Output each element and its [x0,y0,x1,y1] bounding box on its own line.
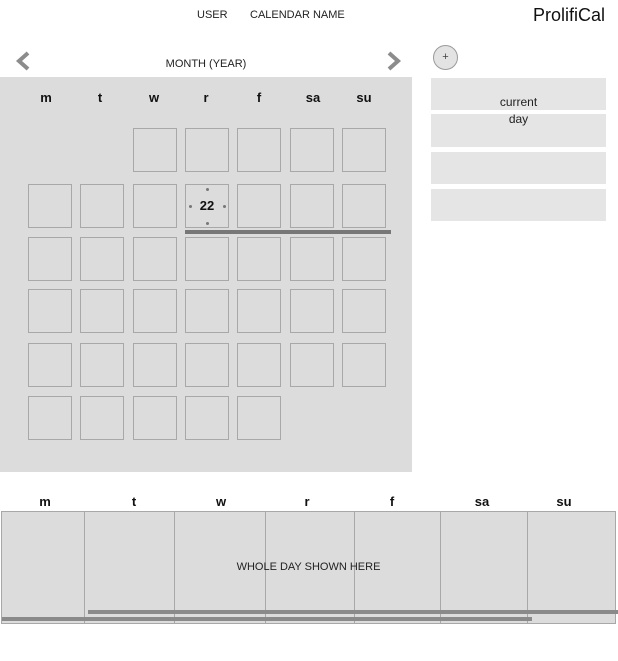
weekday-header-tue: t [97,90,103,105]
event-bar[interactable] [2,617,532,621]
day-cell[interactable] [342,184,386,228]
day-cell[interactable] [237,289,281,333]
day-cell[interactable] [185,343,229,387]
day-cell[interactable] [133,396,177,440]
day-cell[interactable] [237,128,281,172]
day-cell[interactable] [290,343,334,387]
app-logo: ProlifiCal [533,5,606,25]
week-header-tue: t [131,494,137,509]
day-cell[interactable] [80,237,124,281]
day-cell[interactable] [80,396,124,440]
weekday-header-mon: m [40,90,52,105]
day-cell[interactable] [133,343,177,387]
user-label[interactable]: USER [197,9,228,21]
day-cell[interactable] [342,289,386,333]
day-cell[interactable] [133,237,177,281]
day-cell[interactable] [237,237,281,281]
day-cell[interactable] [80,184,124,228]
day-cell[interactable] [290,184,334,228]
week-header-sun: su [556,494,572,509]
day-cell[interactable] [133,128,177,172]
week-header-wed: w [215,494,227,509]
event-bar[interactable] [88,610,618,614]
day-cell[interactable] [28,396,72,440]
day-cell[interactable] [237,343,281,387]
next-month-button[interactable] [384,50,404,72]
day-cell[interactable] [28,343,72,387]
day-cell[interactable] [185,237,229,281]
day-cell[interactable] [185,396,229,440]
day-cell[interactable] [342,343,386,387]
day-cell[interactable] [28,289,72,333]
calendar-name-label[interactable]: CALENDAR NAME [250,9,345,21]
weekday-header-sat: sa [305,90,321,105]
selected-day-number: 22 [199,198,215,213]
day-cell[interactable] [80,343,124,387]
day-cell[interactable] [342,237,386,281]
weekday-header-thu: r [203,90,209,105]
side-slot-4[interactable] [431,189,606,221]
weekday-header-wed: w [148,90,160,105]
week-view: WHOLE DAY SHOWN HERE [1,511,618,624]
selected-day-cell[interactable]: 22 [185,184,229,228]
day-cell[interactable] [80,289,124,333]
week-header-fri: f [389,494,395,509]
day-cell[interactable] [28,184,72,228]
day-cell[interactable] [342,128,386,172]
weekday-header-sun: su [356,90,372,105]
add-event-button[interactable]: + [433,45,458,70]
day-cell[interactable] [185,128,229,172]
dot-marker [206,222,209,225]
dot-marker [206,188,209,191]
side-slot-3[interactable] [431,152,606,184]
weekday-header-fri: f [256,90,262,105]
day-cell[interactable] [237,396,281,440]
selected-week-indicator [185,230,391,234]
chevron-right-icon [387,51,402,71]
current-day-label: current day [499,95,538,126]
day-cell[interactable] [290,128,334,172]
week-header-thu: r [304,494,310,509]
day-cell[interactable] [290,237,334,281]
day-cell[interactable] [133,289,177,333]
month-title: MONTH (YEAR) [165,58,247,70]
day-cell[interactable] [237,184,281,228]
week-header-sat: sa [474,494,490,509]
day-cell[interactable] [290,289,334,333]
week-header-mon: m [39,494,51,509]
day-cell[interactable] [28,237,72,281]
whole-day-placeholder: WHOLE DAY SHOWN HERE [236,561,381,573]
day-cell[interactable] [185,289,229,333]
day-cell[interactable] [133,184,177,228]
month-grid: m t w r f sa su 22 [0,77,412,472]
